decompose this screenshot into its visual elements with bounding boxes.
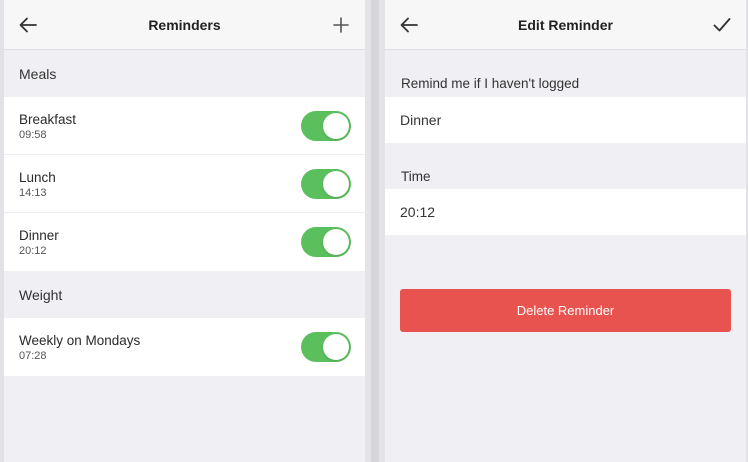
- reminder-toggle[interactable]: [301, 169, 351, 199]
- time-field[interactable]: 20:12: [385, 189, 746, 235]
- toggle-knob: [323, 171, 349, 197]
- reminders-header: Reminders: [4, 0, 365, 50]
- edit-header: Edit Reminder: [385, 0, 746, 50]
- reminder-name: Dinner: [19, 228, 59, 243]
- reminder-time: 09:58: [19, 129, 47, 141]
- reminder-name: Breakfast: [19, 112, 77, 127]
- back-button[interactable]: [6, 0, 50, 50]
- reminder-row-lunch[interactable]: Lunch 14:13: [4, 155, 365, 213]
- section-label-meals: Meals: [19, 65, 57, 82]
- checkmark-icon: [713, 18, 731, 32]
- back-button[interactable]: [387, 0, 431, 50]
- confirm-button[interactable]: [700, 0, 744, 50]
- edit-reminder-screen: Edit Reminder Remind me if I haven't log…: [385, 0, 746, 462]
- panel-divider: [365, 0, 385, 462]
- page-title: Reminders: [148, 16, 221, 33]
- toggle-knob: [323, 334, 349, 360]
- reminder-name: Lunch: [19, 170, 56, 185]
- section-label-weight: Weight: [19, 286, 63, 303]
- reminder-name: Weekly on Mondays: [19, 333, 141, 348]
- reminder-time: 07:28: [19, 350, 47, 362]
- remind-meal-field[interactable]: Dinner: [385, 97, 746, 143]
- reminder-toggle[interactable]: [301, 227, 351, 257]
- reminder-row-dinner[interactable]: Dinner 20:12: [4, 213, 365, 271]
- arrow-left-icon: [400, 17, 418, 33]
- reminder-toggle[interactable]: [301, 111, 351, 141]
- toggle-knob: [323, 229, 349, 255]
- add-reminder-button[interactable]: [319, 0, 363, 50]
- arrow-left-icon: [19, 17, 37, 33]
- reminder-row-weekly[interactable]: Weekly on Mondays 07:28: [4, 318, 365, 376]
- reminder-time: 14:13: [19, 187, 47, 199]
- plus-icon: [333, 17, 349, 33]
- time-label: Time: [401, 168, 431, 184]
- reminder-row-breakfast[interactable]: Breakfast 09:58: [4, 97, 365, 155]
- reminder-time: 20:12: [19, 245, 47, 257]
- page-title: Edit Reminder: [518, 16, 613, 33]
- reminder-toggle[interactable]: [301, 332, 351, 362]
- remind-label: Remind me if I haven't logged: [401, 76, 580, 91]
- toggle-knob: [323, 113, 349, 139]
- delete-reminder-button[interactable]: Delete Reminder: [400, 289, 731, 332]
- reminders-screen: Reminders Meals Breakfast 09:58 Lunch 14…: [4, 0, 365, 462]
